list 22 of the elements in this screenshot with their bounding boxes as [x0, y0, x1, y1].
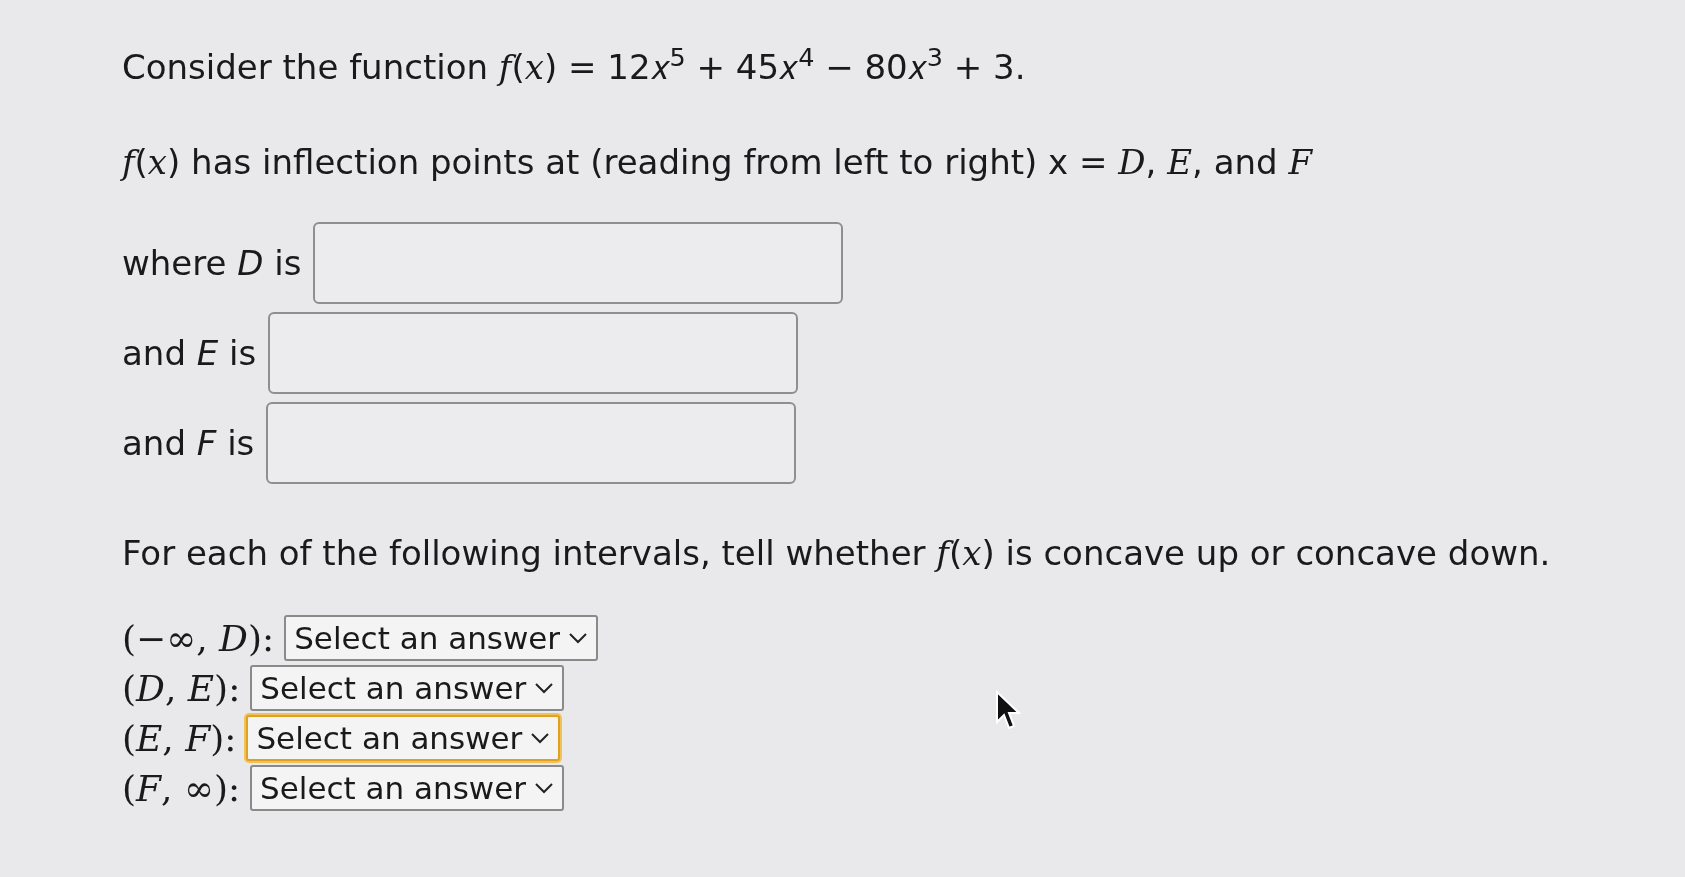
field-label: and F is	[122, 421, 255, 465]
chevron-down-icon	[568, 632, 589, 644]
answer-dropdown[interactable]: Select an answer	[250, 665, 565, 711]
answer-field[interactable]	[268, 312, 799, 394]
answer-dropdown[interactable]: Select an answer	[246, 715, 561, 761]
answer-dropdown[interactable]: Select an answer	[250, 765, 565, 811]
question-text: Consider the function f(x) = 12𝑥$^{5}$ + 45𝑥$^{4}$ − 80𝑥$^{3}$ + 3.	[122, 42, 1027, 89]
mouse-pointer-icon	[995, 690, 1021, 730]
field-label: where D is	[122, 241, 302, 285]
field-label: and E is	[122, 331, 257, 375]
chevron-down-icon	[530, 732, 551, 744]
chevron-down-icon	[534, 782, 555, 794]
answer-field[interactable]	[313, 222, 844, 304]
answer-dropdown[interactable]: Select an answer	[284, 615, 599, 661]
question-text: f(x) has inflection points at (reading from left to right) x = D, E, and F	[122, 141, 1314, 184]
interval-label: (−∞, D):	[122, 616, 275, 661]
interval-label: (F, ∞):	[122, 766, 241, 811]
question-text: For each of the following intervals, tell whether f(x) is concave up or concave down.	[122, 532, 1552, 575]
answer-field[interactable]	[266, 402, 797, 484]
interval-label: (D, E):	[122, 666, 241, 711]
chevron-down-icon	[534, 682, 555, 694]
interval-label: (E, F):	[122, 716, 237, 761]
